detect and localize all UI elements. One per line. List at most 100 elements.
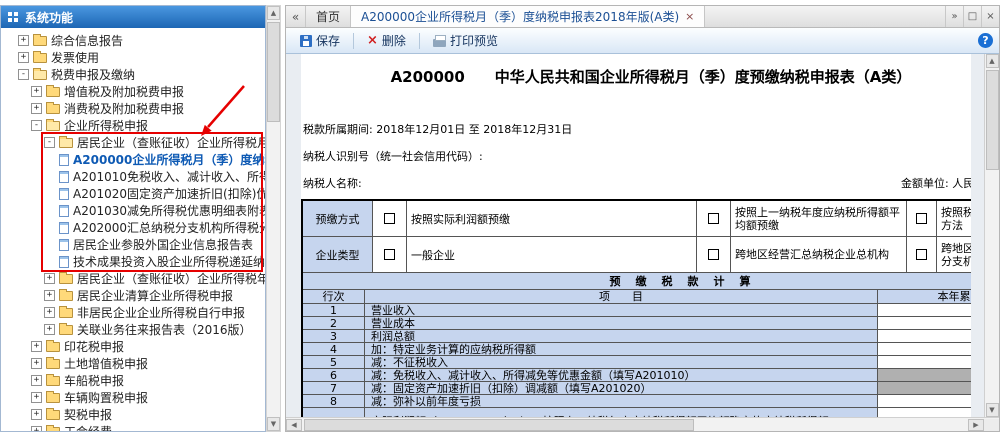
tab-home[interactable]: 首页	[306, 6, 352, 27]
expand-icon[interactable]: +	[44, 273, 55, 284]
collapse-icon[interactable]: -	[31, 120, 42, 131]
tree-item[interactable]: - 税费申报及缴纳	[1, 66, 265, 83]
scroll-up-icon[interactable]: ▲	[267, 6, 280, 20]
enterprise-type-row: 企业类型 一般企业 跨地区经营汇总纳税企业总机构 跨地区经营汇总纳税企业分支机构	[303, 237, 971, 273]
expand-icon[interactable]: +	[31, 392, 42, 403]
checkbox-general-enterprise[interactable]	[384, 249, 395, 260]
tree-item[interactable]: + 居民企业（查账征收）企业所得税年度申报	[1, 270, 265, 287]
checkbox-prior-year-average[interactable]	[708, 213, 719, 224]
tree-item[interactable]: + 车辆购置税申报	[1, 389, 265, 406]
amount-cell[interactable]	[878, 356, 971, 368]
tab-scroll-left-icon[interactable]: «	[286, 6, 306, 27]
tab-scroll-right-icon[interactable]: »	[945, 6, 963, 27]
tree-item-label: 发票使用	[51, 51, 100, 65]
delete-button[interactable]: × 删除	[359, 29, 414, 52]
amount-cell[interactable]	[878, 330, 971, 342]
tree-item[interactable]: A201010免税收入、减计收入、所得减免等优惠明细表	[1, 168, 265, 185]
tree-item[interactable]: - 企业所得税申报	[1, 117, 265, 134]
expand-icon[interactable]: +	[31, 103, 42, 114]
checkbox-branch-consolidated[interactable]	[916, 249, 927, 260]
checkbox-hq-consolidated[interactable]	[708, 249, 719, 260]
tree-item[interactable]: + 发票使用	[1, 49, 265, 66]
tree-item[interactable]: + 消费税及附加税费申报	[1, 100, 265, 117]
scroll-up-icon[interactable]: ▲	[985, 54, 999, 68]
form-horizontal-scrollbar[interactable]: ◀ ▶	[286, 417, 999, 431]
calc-column-header: 行次 项 目 本年累计金额	[303, 290, 971, 304]
restore-icon[interactable]: □	[963, 6, 981, 27]
doc-icon	[59, 238, 69, 251]
amount-cell[interactable]	[878, 343, 971, 355]
scroll-right-icon[interactable]: ▶	[968, 418, 984, 431]
tree-item[interactable]: + 居民企业清算企业所得税申报	[1, 287, 265, 304]
tree-item[interactable]: A202000汇总纳税分支机构所得税分配表	[1, 219, 265, 236]
expand-icon[interactable]: +	[18, 52, 29, 63]
expand-icon[interactable]: +	[31, 358, 42, 369]
calc-section-title: 预 缴 税 款 计 算	[303, 273, 971, 290]
sidebar-scroll-thumb[interactable]	[267, 22, 280, 122]
tree-item[interactable]: A201020固定资产加速折旧(扣除)优惠明细表	[1, 185, 265, 202]
taxpayer-name-label: 纳税人名称:	[303, 177, 362, 190]
checkbox-other-method[interactable]	[916, 213, 927, 224]
scroll-down-icon[interactable]: ▼	[267, 417, 280, 431]
tree-item[interactable]: - 居民企业（查账征收）企业所得税月（季）度申报	[1, 134, 265, 151]
expand-icon[interactable]: +	[31, 341, 42, 352]
tree-item[interactable]: + 土地增值税申报	[1, 355, 265, 372]
scroll-left-icon[interactable]: ◀	[286, 418, 302, 431]
expand-icon[interactable]: +	[44, 307, 55, 318]
amount-cell[interactable]	[878, 317, 971, 329]
print-preview-label: 打印预览	[449, 34, 498, 48]
tree-item[interactable]: + 工会经费	[1, 423, 265, 431]
tree-item[interactable]: A201030减免所得税优惠明细表附表	[1, 202, 265, 219]
collapse-icon[interactable]: -	[44, 137, 55, 148]
tree-item[interactable]: + 关联业务往来报告表（2016版）	[1, 321, 265, 338]
tree-item[interactable]: + 非居民企业企业所得税自行申报	[1, 304, 265, 321]
prepay-method-label: 预缴方式	[303, 201, 373, 236]
amount-cell[interactable]	[878, 395, 971, 407]
checkbox-actual-profit[interactable]	[384, 213, 395, 224]
row-item-label: 减：不征税收入	[365, 356, 878, 368]
row-item-label: 实际利润额（3+4-5-6-7-8） ＼ 按照上一纳税年度应纳税所得额平均额确定…	[365, 408, 878, 417]
calc-row: 2 营业成本	[303, 317, 971, 330]
tree-item[interactable]: 技术成果投资入股企业所得税递延纳税备案表	[1, 253, 265, 270]
print-preview-button[interactable]: 打印预览	[425, 29, 506, 52]
expand-icon[interactable]: +	[31, 409, 42, 420]
tree-item-label: 印花税申报	[64, 340, 125, 354]
tab-home-label: 首页	[316, 10, 341, 24]
tree-item[interactable]: + 契税申报	[1, 406, 265, 423]
help-icon[interactable]: ?	[978, 33, 993, 48]
hscroll-thumb[interactable]	[304, 418, 694, 431]
sidebar-tree: + 综合信息报告 + 发票使用 - 税费申报及缴纳 + 增值税及附加税费申报 + 消费税及附加税费…	[1, 28, 265, 431]
sidebar-scrollbar[interactable]: ▲ ▼	[266, 5, 281, 432]
tab-a200000[interactable]: A200000企业所得税月（季）度纳税申报表2018年版(A类) ×	[351, 6, 706, 27]
close-icon[interactable]: ×	[981, 6, 999, 27]
collapse-icon[interactable]: -	[18, 69, 29, 80]
tree-item[interactable]: + 综合信息报告	[1, 32, 265, 49]
expand-icon[interactable]: +	[31, 375, 42, 386]
expand-icon[interactable]: +	[44, 324, 55, 335]
save-button[interactable]: 保存	[292, 29, 348, 52]
tree-item[interactable]: + 车船税申报	[1, 372, 265, 389]
amount-cell[interactable]	[878, 304, 971, 316]
taxpayer-id-label: 纳税人识别号（统一社会信用代码）:	[303, 150, 483, 163]
folder-icon	[46, 101, 60, 114]
amount-cell[interactable]	[878, 408, 971, 417]
form-vertical-scrollbar[interactable]: ▲ ▼	[984, 54, 999, 417]
tab-close-icon[interactable]: ×	[685, 11, 694, 22]
content-pane: « 首页 A200000企业所得税月（季）度纳税申报表2018年版(A类) × …	[285, 5, 1000, 432]
calc-rows: 1 营业收入 2 营业成本 3 利润总额 4 加：特定业务计算的应纳税所得额 5 减：不征税收入 6…	[303, 304, 971, 417]
tree-item[interactable]: + 增值税及附加税费申报	[1, 83, 265, 100]
enterprise-type-label: 企业类型	[303, 237, 373, 272]
form-scroll-thumb[interactable]	[985, 70, 999, 170]
expand-icon[interactable]: +	[44, 290, 55, 301]
row-number: 9	[303, 408, 365, 417]
tree-item[interactable]: 居民企业参股外国企业信息报告表	[1, 236, 265, 253]
tree-item[interactable]: + 印花税申报	[1, 338, 265, 355]
scroll-down-icon[interactable]: ▼	[985, 403, 999, 417]
expand-icon[interactable]: +	[31, 86, 42, 97]
col-amount: 本年累计金额	[937, 290, 972, 303]
tree-item[interactable]: A200000企业所得税月（季）度纳税申报表2018年版(A类)	[1, 151, 265, 168]
expand-icon[interactable]: +	[18, 35, 29, 46]
folder-icon	[33, 33, 47, 46]
expand-icon[interactable]: +	[31, 426, 42, 431]
folder-icon	[59, 271, 73, 284]
